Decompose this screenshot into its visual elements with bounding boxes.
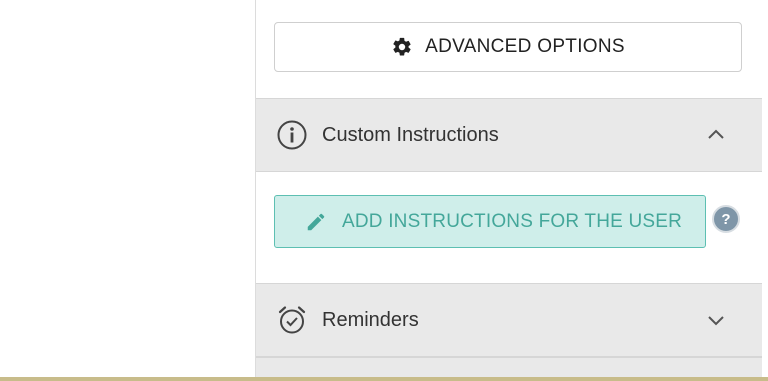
chevron-up-icon[interactable] <box>706 125 726 145</box>
left-pane <box>0 0 255 381</box>
chevron-down-icon[interactable] <box>706 310 726 330</box>
options-panel: ADVANCED OPTIONS Custom Instructions ADD… <box>255 0 762 381</box>
reminders-title: Reminders <box>322 308 419 331</box>
right-margin <box>762 0 768 381</box>
add-instructions-button[interactable]: ADD INSTRUCTIONS FOR THE USER <box>274 195 706 248</box>
custom-instructions-body: ADD INSTRUCTIONS FOR THE USER ? <box>256 172 762 283</box>
reminders-header[interactable]: Reminders <box>256 283 762 357</box>
info-circle-icon <box>277 120 307 150</box>
alarm-clock-icon <box>278 306 306 334</box>
custom-instructions-header[interactable]: Custom Instructions <box>256 98 762 172</box>
advanced-options-label: ADVANCED OPTIONS <box>425 36 625 57</box>
add-instructions-label: ADD INSTRUCTIONS FOR THE USER <box>342 210 683 232</box>
advanced-options-button[interactable]: ADVANCED OPTIONS <box>274 22 742 72</box>
advanced-options-section: ADVANCED OPTIONS <box>256 0 762 98</box>
bottom-border <box>0 377 768 381</box>
gear-icon <box>393 37 411 56</box>
help-icon[interactable]: ? <box>712 205 740 233</box>
pencil-icon <box>307 213 325 230</box>
custom-instructions-title: Custom Instructions <box>322 123 499 146</box>
